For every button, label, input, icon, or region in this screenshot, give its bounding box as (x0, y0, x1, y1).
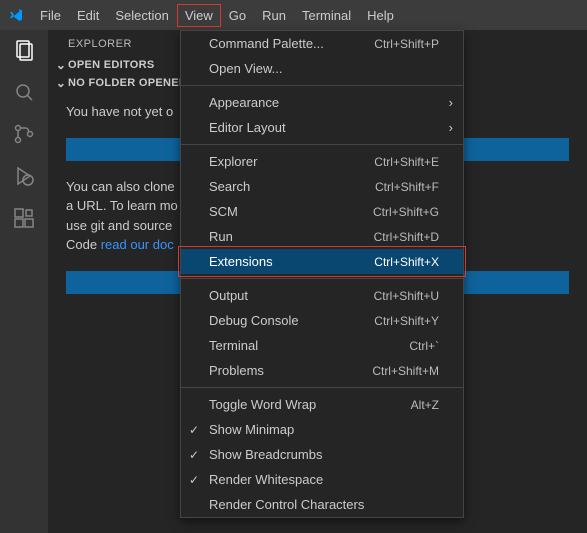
menu-selection[interactable]: Selection (107, 4, 176, 27)
menu-view[interactable]: View (177, 4, 221, 27)
menu-help[interactable]: Help (359, 4, 402, 27)
menu-item-shortcut: Ctrl+Shift+P (374, 37, 439, 51)
menu-item-shortcut: Ctrl+Shift+G (373, 205, 439, 219)
check-icon: ✓ (189, 448, 199, 462)
menu-item-shortcut: Alt+Z (411, 398, 439, 412)
menu-item-label: Render Whitespace (209, 472, 323, 487)
menu-item-run[interactable]: Run Ctrl+Shift+D (181, 224, 463, 249)
menu-item-open-view[interactable]: Open View... (181, 56, 463, 81)
menu-item-label: Problems (209, 363, 264, 378)
menu-separator (181, 144, 463, 145)
menu-item-scm[interactable]: SCM Ctrl+Shift+G (181, 199, 463, 224)
titlebar: FileEditSelectionViewGoRunTerminalHelp (0, 0, 587, 30)
menu-item-editor-layout[interactable]: Editor Layout › (181, 115, 463, 140)
menu-item-label: Show Minimap (209, 422, 294, 437)
menu-terminal[interactable]: Terminal (294, 4, 359, 27)
chevron-right-icon: › (449, 95, 453, 110)
menu-item-label: Search (209, 179, 250, 194)
menu-item-search[interactable]: Search Ctrl+Shift+F (181, 174, 463, 199)
menu-item-shortcut: Ctrl+Shift+M (372, 364, 439, 378)
menu-item-debug-console[interactable]: Debug Console Ctrl+Shift+Y (181, 308, 463, 333)
menu-item-label: Debug Console (209, 313, 299, 328)
menu-item-label: Show Breadcrumbs (209, 447, 322, 462)
menu-separator (181, 278, 463, 279)
menu-edit[interactable]: Edit (69, 4, 107, 27)
chevron-down-icon: ⌄ (54, 76, 68, 90)
menu-run[interactable]: Run (254, 4, 294, 27)
menu-item-shortcut: Ctrl+Shift+E (374, 155, 439, 169)
menu-item-explorer[interactable]: Explorer Ctrl+Shift+E (181, 149, 463, 174)
chevron-right-icon: › (449, 120, 453, 135)
menu-item-problems[interactable]: Problems Ctrl+Shift+M (181, 358, 463, 383)
menu-item-label: Toggle Word Wrap (209, 397, 316, 412)
menu-go[interactable]: Go (221, 4, 254, 27)
menu-item-appearance[interactable]: Appearance › (181, 90, 463, 115)
source-control-icon[interactable] (12, 122, 36, 146)
menu-item-extensions[interactable]: Extensions Ctrl+Shift+X (181, 249, 463, 274)
explorer-icon[interactable] (12, 38, 36, 62)
menu-item-render-control-characters[interactable]: Render Control Characters (181, 492, 463, 517)
menu-item-label: Extensions (209, 254, 273, 269)
chevron-down-icon: ⌄ (54, 58, 68, 72)
menu-item-label: Run (209, 229, 233, 244)
menu-item-label: Command Palette... (209, 36, 324, 51)
menu-item-output[interactable]: Output Ctrl+Shift+U (181, 283, 463, 308)
check-icon: ✓ (189, 423, 199, 437)
menu-separator (181, 387, 463, 388)
menu-item-shortcut: Ctrl+Shift+U (374, 289, 439, 303)
menu-item-shortcut: Ctrl+Shift+D (374, 230, 439, 244)
menu-item-shortcut: Ctrl+` (409, 339, 439, 353)
menu-item-label: Appearance (209, 95, 279, 110)
check-icon: ✓ (189, 473, 199, 487)
menubar: FileEditSelectionViewGoRunTerminalHelp (32, 4, 402, 27)
menu-item-label: SCM (209, 204, 238, 219)
menu-item-show-minimap[interactable]: ✓ Show Minimap (181, 417, 463, 442)
menu-item-show-breadcrumbs[interactable]: ✓ Show Breadcrumbs (181, 442, 463, 467)
menu-item-label: Open View... (209, 61, 282, 76)
view-menu-dropdown: Command Palette... Ctrl+Shift+P Open View.… (180, 30, 464, 518)
menu-item-label: Terminal (209, 338, 258, 353)
docs-link[interactable]: read our doc (101, 237, 174, 252)
menu-item-toggle-word-wrap[interactable]: Toggle Word Wrap Alt+Z (181, 392, 463, 417)
menu-item-label: Render Control Characters (209, 497, 364, 512)
vscode-logo-icon (8, 7, 24, 23)
menu-item-render-whitespace[interactable]: ✓ Render Whitespace (181, 467, 463, 492)
open-editors-label: OPEN EDITORS (68, 59, 155, 71)
menu-item-shortcut: Ctrl+Shift+X (374, 255, 439, 269)
menu-item-label: Editor Layout (209, 120, 286, 135)
no-folder-label: NO FOLDER OPENED (68, 77, 187, 89)
menu-file[interactable]: File (32, 4, 69, 27)
menu-item-terminal[interactable]: Terminal Ctrl+` (181, 333, 463, 358)
menu-item-command-palette[interactable]: Command Palette... Ctrl+Shift+P (181, 31, 463, 56)
menu-item-label: Explorer (209, 154, 257, 169)
menu-separator (181, 85, 463, 86)
menu-item-shortcut: Ctrl+Shift+F (375, 180, 439, 194)
run-debug-icon[interactable] (12, 164, 36, 188)
menu-item-label: Output (209, 288, 248, 303)
menu-item-shortcut: Ctrl+Shift+Y (374, 314, 439, 328)
extensions-icon[interactable] (12, 206, 36, 230)
activitybar (0, 30, 48, 533)
search-icon[interactable] (12, 80, 36, 104)
